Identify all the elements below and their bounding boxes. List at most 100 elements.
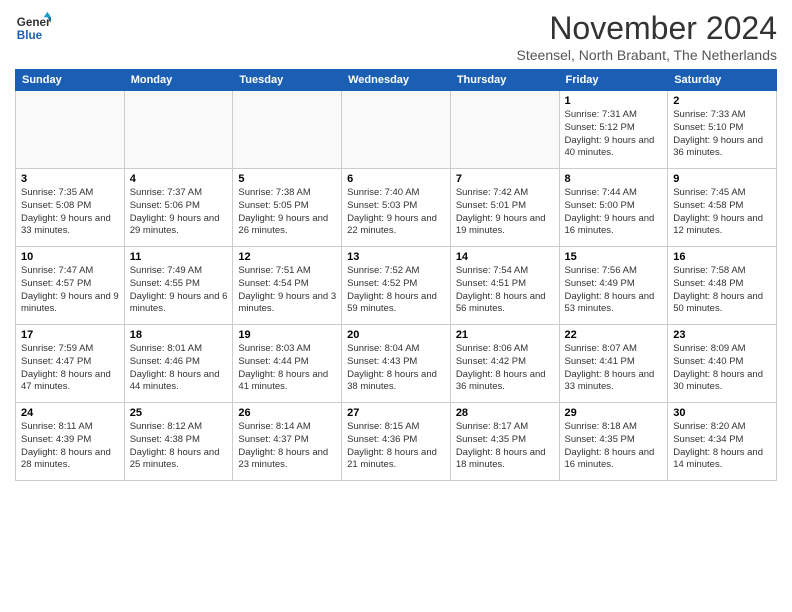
page: General Blue November 2024 Steensel, Nor… <box>0 0 792 612</box>
calendar-cell: 13Sunrise: 7:52 AM Sunset: 4:52 PM Dayli… <box>342 247 451 325</box>
calendar-cell: 21 Sunrise: 8:06 AM Sunset: 4:42 PM Dayli… <box>450 325 559 403</box>
day-number: 21 <box>456 329 554 341</box>
day-number: 15 <box>565 251 663 263</box>
calendar-cell <box>342 91 451 169</box>
day-info: Sunrise: 8:18 AM Sunset: 4:35 PM Dayligh… <box>565 421 663 472</box>
calendar-cell <box>16 91 125 169</box>
day-number: 8 <box>565 173 663 185</box>
calendar-cell: 8 Sunrise: 7:44 AM Sunset: 5:00 PM Daylig… <box>559 169 668 247</box>
day-of-week-header: Wednesday <box>342 70 451 91</box>
calendar-cell: 20Sunrise: 8:04 AM Sunset: 4:43 PM Dayli… <box>342 325 451 403</box>
day-info: Sunrise: 7:31 AM Sunset: 5:12 PM Dayligh… <box>565 109 663 160</box>
title-block: November 2024 Steensel, North Brabant, T… <box>517 10 777 63</box>
day-info: Sunrise: 7:59 AM Sunset: 4:47 PM Dayligh… <box>21 343 119 394</box>
day-number: 24 <box>21 407 119 419</box>
day-info: Sunrise: 7:44 AM Sunset: 5:00 PM Dayligh… <box>565 187 663 238</box>
day-number: 20 <box>347 329 445 341</box>
day-of-week-header: Saturday <box>668 70 777 91</box>
month-title: November 2024 <box>517 10 777 47</box>
day-info: Sunrise: 7:38 AM Sunset: 5:05 PM Dayligh… <box>238 187 336 238</box>
calendar-cell: 2 Sunrise: 7:33 AM Sunset: 5:10 PM Daylig… <box>668 91 777 169</box>
day-number: 11 <box>130 251 228 263</box>
calendar-week-row: 17Sunrise: 7:59 AM Sunset: 4:47 PM Dayli… <box>16 325 777 403</box>
calendar-cell: 18 Sunrise: 8:01 AM Sunset: 4:46 PM Dayli… <box>124 325 233 403</box>
day-number: 30 <box>673 407 771 419</box>
day-number: 22 <box>565 329 663 341</box>
day-info: Sunrise: 7:54 AM Sunset: 4:51 PM Dayligh… <box>456 265 554 316</box>
day-number: 18 <box>130 329 228 341</box>
day-number: 27 <box>347 407 445 419</box>
calendar-cell: 30 Sunrise: 8:20 AM Sunset: 4:34 PM Dayli… <box>668 403 777 481</box>
day-info: Sunrise: 7:33 AM Sunset: 5:10 PM Dayligh… <box>673 109 771 160</box>
day-info: Sunrise: 8:17 AM Sunset: 4:35 PM Dayligh… <box>456 421 554 472</box>
day-info: Sunrise: 7:49 AM Sunset: 4:55 PM Dayligh… <box>130 265 228 316</box>
day-info: Sunrise: 7:40 AM Sunset: 5:03 PM Dayligh… <box>347 187 445 238</box>
day-number: 6 <box>347 173 445 185</box>
calendar-cell: 19Sunrise: 8:03 AM Sunset: 4:44 PM Dayli… <box>233 325 342 403</box>
calendar-cell: 7 Sunrise: 7:42 AM Sunset: 5:01 PM Daylig… <box>450 169 559 247</box>
calendar-cell: 10 Sunrise: 7:47 AM Sunset: 4:57 PM Dayli… <box>16 247 125 325</box>
day-info: Sunrise: 7:58 AM Sunset: 4:48 PM Dayligh… <box>673 265 771 316</box>
day-number: 29 <box>565 407 663 419</box>
calendar-week-row: 24 Sunrise: 8:11 AM Sunset: 4:39 PM Dayli… <box>16 403 777 481</box>
day-number: 3 <box>21 173 119 185</box>
calendar-cell: 16Sunrise: 7:58 AM Sunset: 4:48 PM Dayli… <box>668 247 777 325</box>
day-info: Sunrise: 8:11 AM Sunset: 4:39 PM Dayligh… <box>21 421 119 472</box>
svg-text:General: General <box>17 16 51 29</box>
day-of-week-header: Sunday <box>16 70 125 91</box>
calendar-cell: 1 Sunrise: 7:31 AM Sunset: 5:12 PM Daylig… <box>559 91 668 169</box>
day-info: Sunrise: 7:45 AM Sunset: 4:58 PM Dayligh… <box>673 187 771 238</box>
day-number: 14 <box>456 251 554 263</box>
day-info: Sunrise: 7:51 AM Sunset: 4:54 PM Dayligh… <box>238 265 336 316</box>
logo-icon: General Blue <box>15 10 51 46</box>
calendar-header: SundayMondayTuesdayWednesdayThursdayFrid… <box>16 70 777 91</box>
day-number: 2 <box>673 95 771 107</box>
day-number: 9 <box>673 173 771 185</box>
calendar-cell: 23 Sunrise: 8:09 AM Sunset: 4:40 PM Dayli… <box>668 325 777 403</box>
svg-text:Blue: Blue <box>17 29 43 42</box>
calendar-cell: 29 Sunrise: 8:18 AM Sunset: 4:35 PM Dayli… <box>559 403 668 481</box>
day-number: 7 <box>456 173 554 185</box>
calendar-cell: 28Sunrise: 8:17 AM Sunset: 4:35 PM Dayli… <box>450 403 559 481</box>
day-number: 1 <box>565 95 663 107</box>
calendar-cell: 9 Sunrise: 7:45 AM Sunset: 4:58 PM Daylig… <box>668 169 777 247</box>
calendar-cell: 27 Sunrise: 8:15 AM Sunset: 4:36 PM Dayli… <box>342 403 451 481</box>
day-info: Sunrise: 8:15 AM Sunset: 4:36 PM Dayligh… <box>347 421 445 472</box>
calendar-cell <box>233 91 342 169</box>
day-of-week-header: Thursday <box>450 70 559 91</box>
day-of-week-header: Friday <box>559 70 668 91</box>
calendar-cell: 22Sunrise: 8:07 AM Sunset: 4:41 PM Dayli… <box>559 325 668 403</box>
day-of-week-header: Monday <box>124 70 233 91</box>
calendar-cell: 6 Sunrise: 7:40 AM Sunset: 5:03 PM Daylig… <box>342 169 451 247</box>
day-number: 19 <box>238 329 336 341</box>
day-info: Sunrise: 7:47 AM Sunset: 4:57 PM Dayligh… <box>21 265 119 316</box>
calendar-cell: 5 Sunrise: 7:38 AM Sunset: 5:05 PM Daylig… <box>233 169 342 247</box>
day-info: Sunrise: 8:09 AM Sunset: 4:40 PM Dayligh… <box>673 343 771 394</box>
calendar-cell: 15 Sunrise: 7:56 AM Sunset: 4:49 PM Dayli… <box>559 247 668 325</box>
logo: General Blue <box>15 10 51 46</box>
day-info: Sunrise: 8:12 AM Sunset: 4:38 PM Dayligh… <box>130 421 228 472</box>
day-number: 12 <box>238 251 336 263</box>
day-info: Sunrise: 8:01 AM Sunset: 4:46 PM Dayligh… <box>130 343 228 394</box>
day-info: Sunrise: 8:06 AM Sunset: 4:42 PM Dayligh… <box>456 343 554 394</box>
location: Steensel, North Brabant, The Netherlands <box>517 47 777 63</box>
day-number: 25 <box>130 407 228 419</box>
calendar-table: SundayMondayTuesdayWednesdayThursdayFrid… <box>15 69 777 481</box>
calendar-week-row: 1 Sunrise: 7:31 AM Sunset: 5:12 PM Daylig… <box>16 91 777 169</box>
calendar-cell: 12 Sunrise: 7:51 AM Sunset: 4:54 PM Dayli… <box>233 247 342 325</box>
day-info: Sunrise: 7:42 AM Sunset: 5:01 PM Dayligh… <box>456 187 554 238</box>
day-number: 23 <box>673 329 771 341</box>
calendar-cell: 24 Sunrise: 8:11 AM Sunset: 4:39 PM Dayli… <box>16 403 125 481</box>
day-number: 10 <box>21 251 119 263</box>
day-info: Sunrise: 7:52 AM Sunset: 4:52 PM Dayligh… <box>347 265 445 316</box>
calendar-cell: 11 Sunrise: 7:49 AM Sunset: 4:55 PM Dayli… <box>124 247 233 325</box>
calendar-cell: 14 Sunrise: 7:54 AM Sunset: 4:51 PM Dayli… <box>450 247 559 325</box>
day-number: 5 <box>238 173 336 185</box>
day-info: Sunrise: 7:56 AM Sunset: 4:49 PM Dayligh… <box>565 265 663 316</box>
day-info: Sunrise: 8:20 AM Sunset: 4:34 PM Dayligh… <box>673 421 771 472</box>
calendar-cell: 17Sunrise: 7:59 AM Sunset: 4:47 PM Dayli… <box>16 325 125 403</box>
calendar-week-row: 10 Sunrise: 7:47 AM Sunset: 4:57 PM Dayli… <box>16 247 777 325</box>
day-of-week-header: Tuesday <box>233 70 342 91</box>
day-number: 4 <box>130 173 228 185</box>
day-info: Sunrise: 7:35 AM Sunset: 5:08 PM Dayligh… <box>21 187 119 238</box>
